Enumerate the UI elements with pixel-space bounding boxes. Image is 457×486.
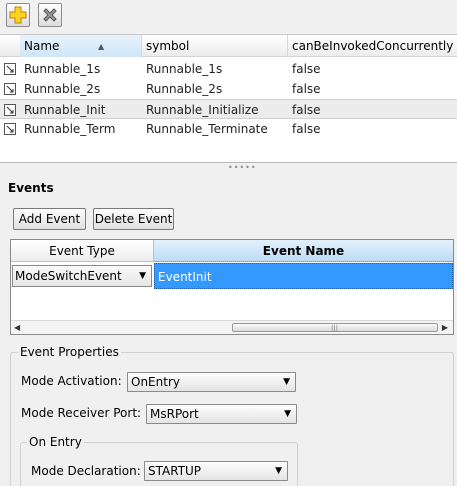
sort-ascending-icon: ▲: [98, 42, 105, 51]
mode-activation-value: OnEntry: [131, 375, 180, 389]
mode-declaration-select[interactable]: STARTUP ▼: [144, 461, 288, 481]
runnables-table-header: Name ▲ symbol canBeInvokedConcurrently: [0, 35, 457, 57]
on-entry-label: On Entry: [27, 435, 84, 449]
dropdown-arrow-icon: ▼: [283, 377, 290, 387]
mode-declaration-label: Mode Declaration:: [31, 464, 141, 478]
table-row[interactable]: Runnable_2s Runnable_2s false: [0, 79, 457, 99]
scrollbar-thumb[interactable]: |||: [232, 323, 438, 332]
cell-symbol: Runnable_2s: [146, 82, 223, 96]
delete-event-button[interactable]: Delete Event: [93, 208, 174, 230]
mode-receiver-port-label: Mode Receiver Port:: [21, 406, 142, 420]
panel-splitter[interactable]: •••••: [0, 162, 457, 172]
runnable-icon: [4, 104, 16, 116]
scrollbar-grip-icon: |||: [331, 324, 339, 332]
dropdown-arrow-icon: ▼: [139, 271, 146, 281]
horizontal-scrollbar[interactable]: ◀ ||| ▶: [11, 320, 453, 334]
runnables-table: Name ▲ symbol canBeInvokedConcurrently R…: [0, 34, 457, 162]
table-row-selected[interactable]: Runnable_Init Runnable_Initialize false: [0, 99, 457, 119]
column-header-event-type[interactable]: Event Type: [11, 240, 154, 262]
cell-symbol: Runnable_1s: [146, 62, 223, 76]
events-section-title: Events: [8, 181, 54, 195]
column-header-name-label: Name: [24, 39, 60, 53]
table-row[interactable]: ModeSwitchEvent ▼ EventInit: [11, 263, 453, 289]
table-row[interactable]: Runnable_Term Runnable_Terminate false: [0, 119, 457, 139]
event-type-value: ModeSwitchEvent: [15, 269, 122, 283]
cell-name: Runnable_Term: [24, 122, 116, 136]
cell-symbol: Runnable_Terminate: [146, 122, 268, 136]
column-header-name[interactable]: Name ▲: [20, 35, 142, 57]
event-name-cell[interactable]: EventInit: [154, 263, 453, 289]
runnable-icon: [4, 123, 16, 135]
runnable-icon: [4, 63, 16, 75]
cell-name: Runnable_1s: [24, 62, 101, 76]
cell-name: Runnable_Init: [24, 103, 106, 117]
cell-concurrent: false: [292, 62, 321, 76]
column-header-symbol[interactable]: symbol: [142, 35, 288, 57]
cell-concurrent: false: [292, 122, 321, 136]
mode-declaration-value: STARTUP: [148, 464, 202, 478]
toolbar: [0, 0, 457, 32]
x-icon: [43, 8, 57, 22]
scroll-left-icon[interactable]: ◀: [14, 321, 20, 334]
cell-concurrent: false: [292, 103, 321, 117]
mode-receiver-port-value: MsRPort: [150, 407, 199, 421]
add-event-button[interactable]: Add Event: [13, 208, 86, 230]
events-table: Event Type Event Name ModeSwitchEvent ▼ …: [10, 239, 454, 335]
event-type-select[interactable]: ModeSwitchEvent ▼: [12, 265, 152, 287]
column-header-concurrent[interactable]: canBeInvokedConcurrently: [288, 35, 457, 57]
mode-receiver-port-select[interactable]: MsRPort ▼: [146, 404, 297, 424]
dropdown-arrow-icon: ▼: [284, 409, 291, 419]
runnable-icon: [4, 83, 16, 95]
cell-symbol: Runnable_Initialize: [146, 103, 259, 117]
dropdown-arrow-icon: ▼: [275, 466, 282, 476]
cell-concurrent: false: [292, 82, 321, 96]
column-header-event-name[interactable]: Event Name: [154, 240, 453, 262]
delete-runnable-button[interactable]: [38, 3, 62, 27]
event-properties-label: Event Properties: [18, 345, 121, 359]
add-runnable-button[interactable]: [6, 3, 30, 27]
cell-name: Runnable_2s: [24, 82, 101, 96]
table-row[interactable]: Runnable_1s Runnable_1s false: [0, 59, 457, 79]
scroll-right-icon[interactable]: ▶: [442, 321, 448, 334]
splitter-grip-icon: •••••: [228, 163, 257, 172]
plus-icon: [9, 6, 27, 24]
mode-activation-select[interactable]: OnEntry ▼: [127, 372, 296, 392]
mode-activation-label: Mode Activation:: [21, 374, 122, 388]
